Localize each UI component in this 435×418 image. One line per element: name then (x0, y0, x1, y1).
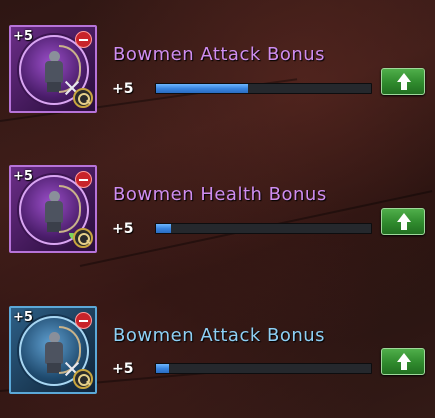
remove-icon[interactable] (75, 31, 92, 48)
upgrade-button[interactable] (381, 68, 425, 95)
bonus-row: +5 Bowmen Attack Bonus +5 (0, 306, 435, 406)
progress-bar (155, 363, 372, 374)
progress-bar (155, 223, 372, 234)
bonus-title: Bowmen Attack Bonus (113, 325, 326, 346)
bonus-tile[interactable]: +5 (9, 165, 97, 253)
bonus-title: Bowmen Health Bonus (113, 184, 327, 205)
magnifier-icon[interactable] (73, 88, 93, 108)
bonus-level: +5 (112, 81, 134, 97)
magnifier-icon[interactable] (73, 228, 93, 248)
bonus-title: Bowmen Attack Bonus (113, 44, 326, 65)
bonus-tile[interactable]: +5 (9, 25, 97, 113)
upgrade-button[interactable] (381, 348, 425, 375)
bonus-tile[interactable]: +5 (9, 306, 97, 394)
remove-icon[interactable] (75, 312, 92, 329)
bonus-level: +5 (112, 361, 134, 377)
tile-level-label: +5 (13, 29, 33, 44)
progress-bar (155, 83, 372, 94)
upgrade-button[interactable] (381, 208, 425, 235)
bonus-row: +5 Bowmen Health Bonus +5 (0, 165, 435, 265)
tile-level-label: +5 (13, 169, 33, 184)
bonus-row: +5 Bowmen Attack Bonus +5 (0, 25, 435, 125)
bow-icon (59, 185, 81, 233)
tile-level-label: +5 (13, 310, 33, 325)
progress-fill (156, 224, 172, 233)
progress-fill (156, 84, 249, 93)
upgrade-arrow-icon (397, 353, 411, 371)
remove-icon[interactable] (75, 171, 92, 188)
bonus-level: +5 (112, 221, 134, 237)
magnifier-icon[interactable] (73, 369, 93, 389)
upgrade-arrow-icon (397, 73, 411, 91)
progress-fill (156, 364, 169, 373)
upgrade-arrow-icon (397, 213, 411, 231)
